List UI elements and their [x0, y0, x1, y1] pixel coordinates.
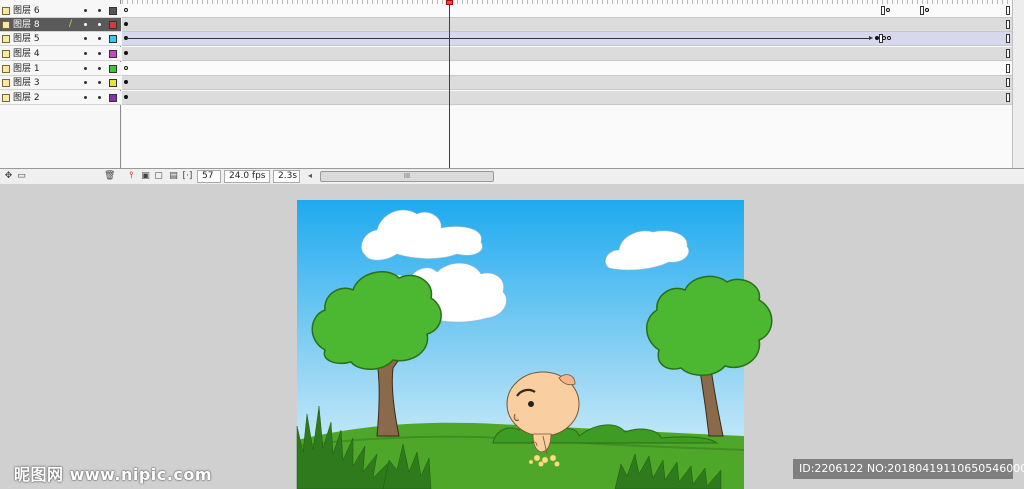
visibility-toggle[interactable]	[84, 9, 87, 12]
frame-end-marker[interactable]	[1006, 49, 1010, 58]
layer-name: 图层 1	[13, 64, 40, 74]
lock-toggle[interactable]	[98, 81, 101, 84]
pencil-icon: /	[69, 19, 73, 29]
scene-artwork	[296, 200, 773, 489]
timeline-vertical-scrollbar[interactable]	[1012, 0, 1024, 168]
layer-row-4[interactable]: 图层 4	[0, 47, 121, 61]
layer-list: 图层 6 图层 8 / 图层 5 图层 4 图层 1 图层 3 图层 2	[0, 0, 121, 168]
center-frame-icon[interactable]: ⫯	[126, 171, 137, 182]
outline-color-swatch[interactable]	[109, 94, 117, 102]
outline-color-swatch[interactable]	[109, 50, 117, 58]
keyframe-empty[interactable]	[925, 8, 929, 12]
delete-layer-icon[interactable]: 🗑	[104, 171, 115, 182]
layer-row-8[interactable]: 图层 8 /	[0, 18, 121, 32]
frame-end-marker[interactable]	[1006, 93, 1010, 102]
frame-row-layer-8[interactable]	[122, 18, 1012, 32]
lock-toggle[interactable]	[98, 96, 101, 99]
layer-row-2[interactable]: 图层 2	[0, 91, 121, 105]
layer-icon	[2, 7, 10, 15]
onion-skin-outlines-icon[interactable]: ▢	[153, 171, 164, 182]
layer-name: 图层 4	[13, 49, 40, 59]
layer-row-5[interactable]: 图层 5	[0, 32, 121, 46]
lock-toggle[interactable]	[98, 9, 101, 12]
keyframe[interactable]	[124, 95, 128, 99]
visibility-toggle[interactable]	[84, 96, 87, 99]
lock-toggle[interactable]	[98, 52, 101, 55]
timeline-panel: 图层 6 图层 8 / 图层 5 图层 4 图层 1 图层 3 图层 2 ✥ ▭…	[0, 0, 1024, 184]
layer-icon	[2, 21, 10, 29]
outline-color-swatch[interactable]	[109, 65, 117, 73]
frame-grid[interactable]	[122, 0, 1012, 168]
keyframe-marker[interactable]	[881, 6, 885, 15]
frame-end-marker[interactable]	[1006, 6, 1010, 15]
frame-row-layer-2[interactable]	[122, 91, 1012, 105]
layer-name: 图层 2	[13, 93, 40, 103]
keyframe-empty[interactable]	[886, 8, 890, 12]
frame-end-marker[interactable]	[1006, 64, 1010, 73]
watermark-right: ID:2206122 NO:20180419110650546000	[793, 459, 1024, 479]
insert-folder-icon[interactable]: ▭	[16, 171, 27, 182]
visibility-toggle[interactable]	[84, 23, 87, 26]
playhead-line[interactable]	[449, 0, 450, 168]
visibility-toggle[interactable]	[84, 81, 87, 84]
frame-row-layer-5[interactable]	[122, 32, 1012, 46]
keyframe-empty[interactable]	[887, 36, 891, 40]
keyframe-empty[interactable]	[124, 66, 128, 70]
lock-toggle[interactable]	[98, 67, 101, 70]
outline-color-swatch[interactable]	[109, 35, 117, 43]
frame-rate-field[interactable]: 24.0 fps	[224, 170, 270, 183]
visibility-toggle[interactable]	[84, 37, 87, 40]
stage-workspace	[0, 185, 1024, 489]
visibility-toggle[interactable]	[84, 52, 87, 55]
frame-end-marker[interactable]	[1006, 34, 1010, 43]
layer-name: 图层 8	[13, 20, 40, 30]
onion-skin-icon[interactable]: ▣	[140, 171, 151, 182]
layer-icon	[2, 35, 10, 43]
modify-onion-markers-icon[interactable]: [·]	[182, 171, 193, 182]
layer-row-1[interactable]: 图层 1	[0, 62, 121, 76]
layer-name: 图层 6	[13, 6, 40, 16]
timeline-horizontal-scrollbar[interactable]: III	[320, 171, 494, 182]
timeline-status-bar: ✥ ▭ 🗑 ⫯ ▣ ▢ ▤ [·] 57 24.0 fps 2.3s ◂ III	[0, 168, 1024, 184]
current-frame-field: 57	[197, 170, 221, 183]
layer-name: 图层 5	[13, 34, 40, 44]
edit-multiple-frames-icon[interactable]: ▤	[168, 171, 179, 182]
outline-color-swatch[interactable]	[109, 21, 117, 29]
watermark-left: 昵图网 www.nipic.com	[14, 465, 212, 484]
frame-end-marker[interactable]	[1006, 20, 1010, 29]
layer-icon	[2, 65, 10, 73]
scrollbar-grip: III	[403, 172, 411, 180]
layer-name: 图层 3	[13, 78, 40, 88]
layer-row-3[interactable]: 图层 3	[0, 76, 121, 90]
playhead-handle[interactable]	[446, 0, 453, 5]
add-motion-guide-icon[interactable]: ✥	[3, 171, 14, 182]
keyframe[interactable]	[124, 22, 128, 26]
keyframe[interactable]	[124, 51, 128, 55]
frame-row-layer-1[interactable]	[122, 62, 1012, 76]
motion-tween-arrow	[126, 36, 873, 40]
keyframe-empty[interactable]	[882, 36, 886, 40]
keyframe-marker[interactable]	[920, 6, 924, 15]
frame-row-layer-3[interactable]	[122, 76, 1012, 90]
frame-end-marker[interactable]	[1006, 78, 1010, 87]
lock-toggle[interactable]	[98, 37, 101, 40]
layer-icon	[2, 79, 10, 87]
keyframe-empty[interactable]	[124, 8, 128, 12]
layer-icon	[2, 94, 10, 102]
lock-toggle[interactable]	[98, 23, 101, 26]
layer-icon	[2, 50, 10, 58]
visibility-toggle[interactable]	[84, 67, 87, 70]
outline-color-swatch[interactable]	[109, 79, 117, 87]
frame-row-layer-4[interactable]	[122, 47, 1012, 61]
layer-row-6[interactable]: 图层 6	[0, 4, 121, 18]
outline-color-swatch[interactable]	[109, 7, 117, 15]
stage-canvas[interactable]	[296, 200, 773, 489]
scroll-left-arrow-icon[interactable]: ◂	[308, 171, 312, 180]
elapsed-time-field: 2.3s	[273, 170, 300, 183]
frame-row-layer-6[interactable]	[122, 4, 1012, 18]
keyframe[interactable]	[124, 80, 128, 84]
